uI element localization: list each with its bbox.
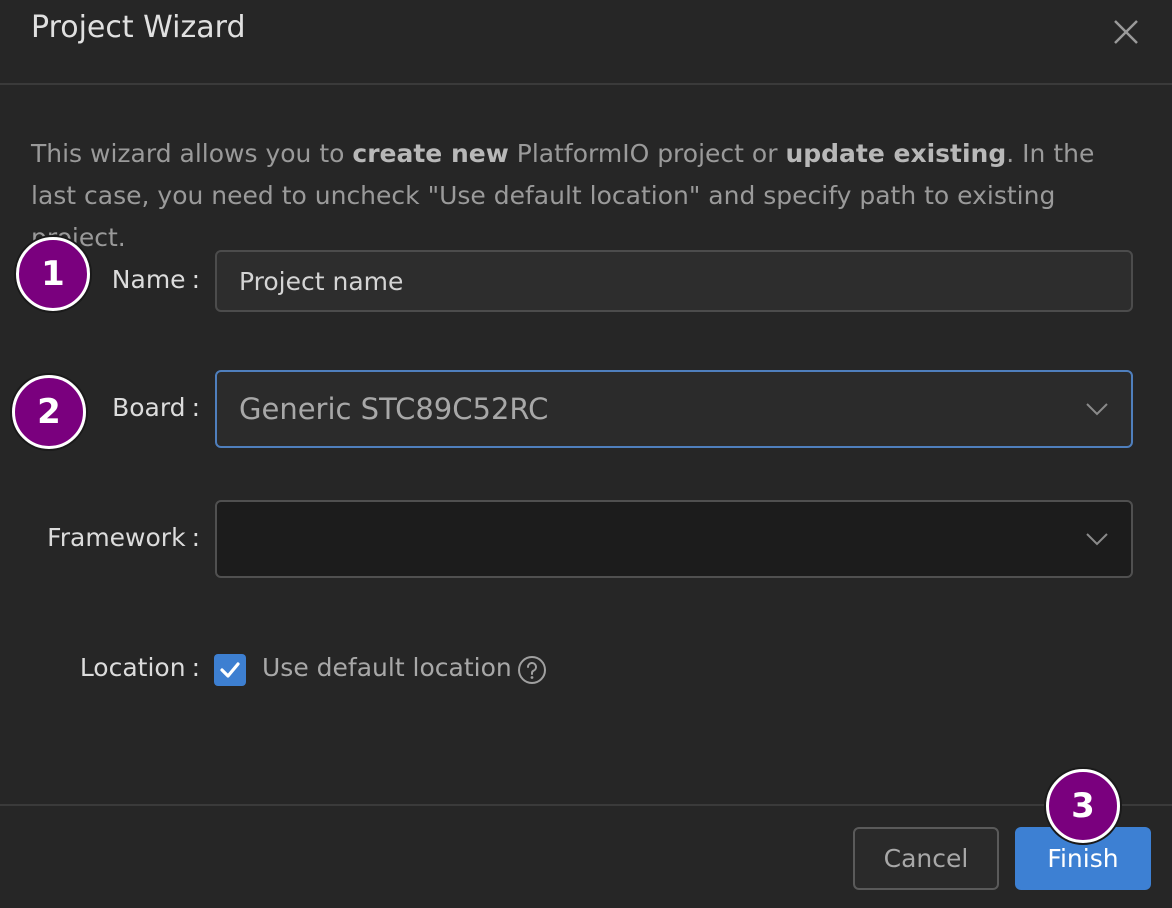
wizard-description: This wizard allows you to create new Pla… — [31, 133, 1131, 259]
description-emphasis-create: create new — [352, 139, 509, 168]
dialog-title: Project Wizard — [31, 10, 246, 45]
use-default-location-checkbox[interactable] — [214, 654, 246, 686]
project-wizard-dialog: Project Wizard This wizard allows you to… — [0, 0, 1172, 908]
chevron-down-icon — [1086, 533, 1108, 546]
help-button[interactable] — [517, 655, 547, 685]
close-icon — [1114, 20, 1138, 44]
step-marker-2: 2 — [12, 375, 86, 449]
footer-divider — [0, 804, 1172, 806]
cancel-button[interactable]: Cancel — [853, 827, 999, 890]
framework-label: Framework: — [47, 523, 200, 552]
checkmark-icon — [220, 662, 240, 678]
chevron-down-icon — [1086, 403, 1108, 416]
step-marker-3: 3 — [1046, 769, 1120, 843]
title-bar: Project Wizard — [0, 0, 1172, 85]
description-emphasis-update: update existing — [785, 139, 1007, 168]
project-name-input[interactable] — [215, 250, 1133, 312]
question-circle-icon — [518, 656, 546, 684]
use-default-location-label[interactable]: Use default location — [262, 653, 512, 682]
description-text: PlatformIO project or — [508, 139, 786, 168]
description-text: This wizard allows you to — [31, 139, 353, 168]
location-label: Location: — [79, 653, 200, 682]
framework-select[interactable] — [215, 500, 1133, 578]
close-button[interactable] — [1108, 14, 1144, 50]
board-select[interactable]: Generic STC89C52RC — [215, 370, 1133, 448]
step-marker-1: 1 — [16, 237, 90, 311]
board-selected-value: Generic STC89C52RC — [239, 392, 549, 426]
